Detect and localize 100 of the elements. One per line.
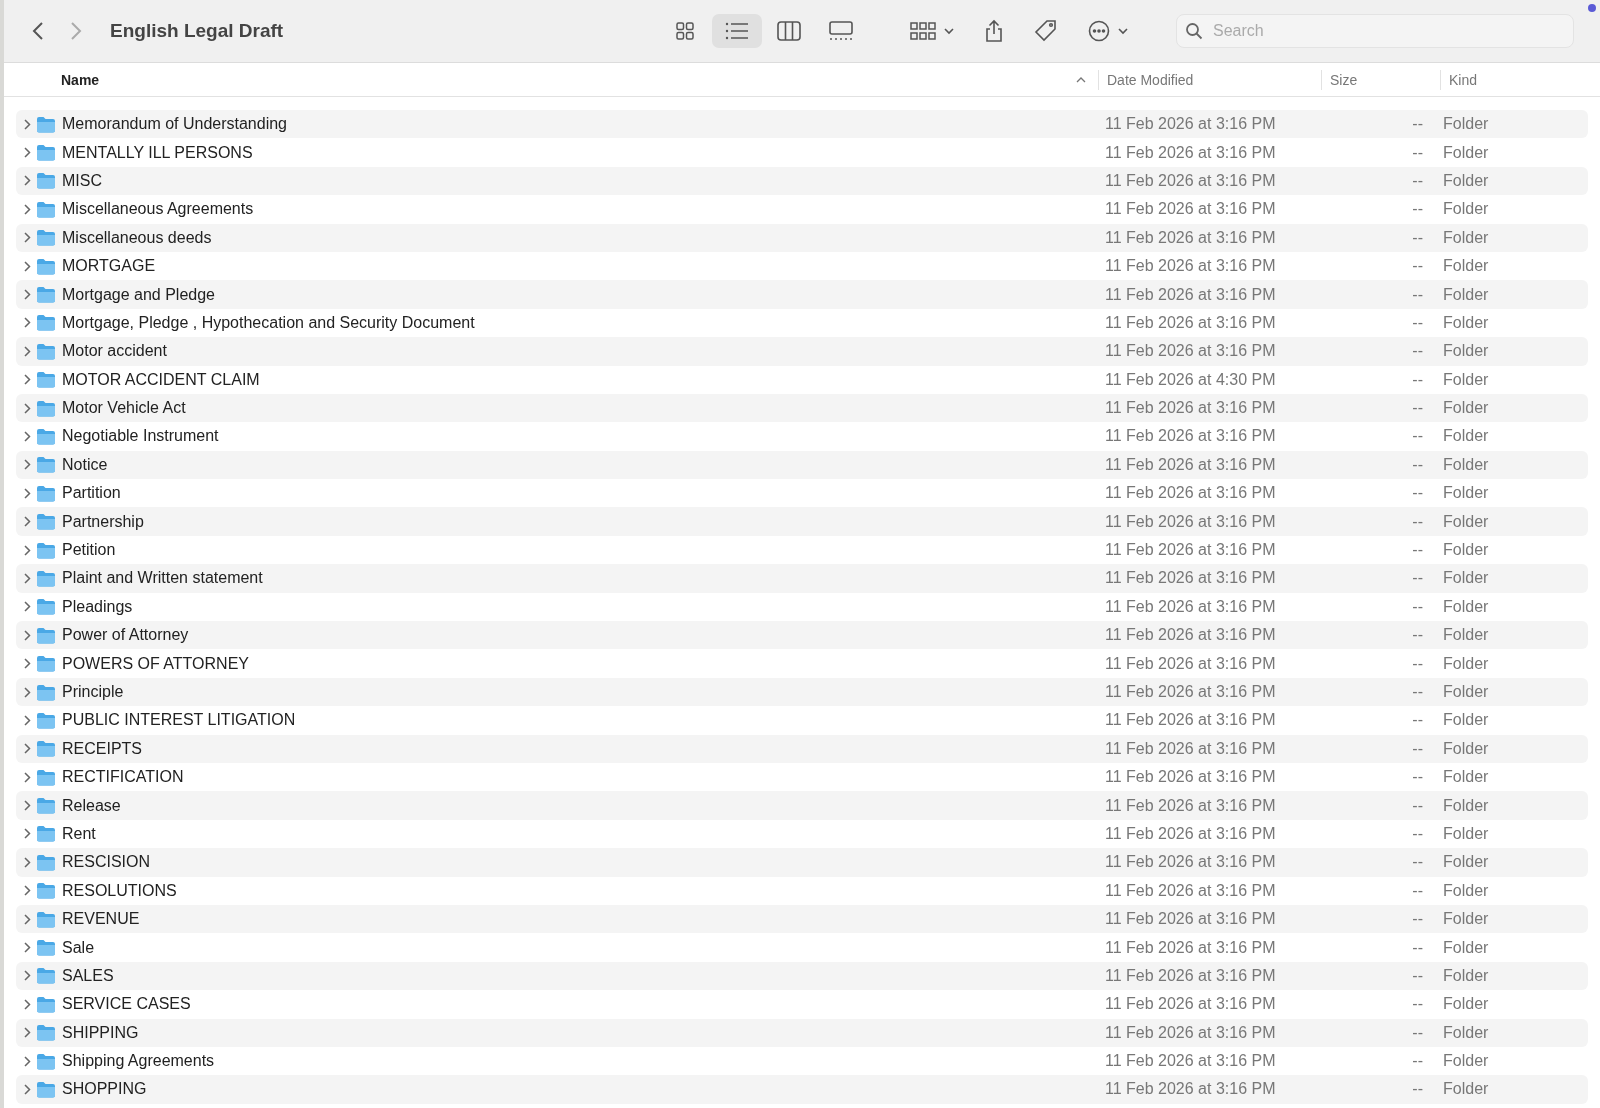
column-header[interactable]: Date Modified — [1107, 71, 1194, 88]
disclosure-button[interactable] — [22, 430, 32, 443]
file-name[interactable]: Release — [62, 796, 121, 815]
view-button[interactable] — [712, 14, 762, 48]
file-name[interactable]: Sale — [62, 938, 95, 957]
disclosure-button[interactable] — [22, 118, 32, 131]
disclosure-button[interactable] — [22, 174, 32, 187]
column-header[interactable]: Kind — [1449, 71, 1478, 88]
file-kind: Folder — [1442, 768, 1489, 787]
file-name[interactable]: MORTGAGE — [62, 257, 156, 276]
file-size: -- — [1411, 257, 1423, 276]
disclosure-button[interactable] — [22, 771, 32, 784]
date-modified: 11 Feb 2026 at 3:16 PM — [1104, 399, 1277, 418]
file-name[interactable]: Memorandum of Understanding — [62, 115, 287, 134]
disclosure-button[interactable] — [22, 1083, 32, 1096]
disclosure-button[interactable] — [22, 260, 32, 273]
back-button[interactable] — [32, 21, 44, 41]
disclosure-button[interactable] — [22, 657, 32, 670]
file-name[interactable]: MENTALLY ILL PERSONS — [62, 143, 253, 162]
file-name[interactable]: REVENUE — [62, 910, 140, 929]
disclosure-button[interactable] — [22, 316, 32, 329]
tag-button[interactable] — [1034, 19, 1058, 43]
disclosure-button[interactable] — [22, 515, 32, 528]
file-name[interactable]: Motor Vehicle Act — [62, 399, 186, 418]
file-name[interactable]: Notice — [62, 455, 108, 474]
file-name[interactable]: Partition — [62, 484, 121, 503]
date-modified: 11 Feb 2026 at 3:16 PM — [1104, 257, 1277, 276]
file-name[interactable]: Rent — [62, 824, 96, 843]
disclosure-button[interactable] — [22, 345, 32, 358]
disclosure-button[interactable] — [22, 600, 32, 613]
disclosure-button[interactable] — [22, 629, 32, 642]
disclosure-button[interactable] — [22, 856, 32, 869]
date-modified: 11 Feb 2026 at 3:16 PM — [1104, 966, 1277, 985]
file-name[interactable]: SHOPPING — [62, 1080, 147, 1099]
group-button[interactable] — [910, 22, 954, 40]
folder-icon — [36, 229, 56, 247]
disclosure-button[interactable] — [22, 1055, 32, 1068]
file-size: -- — [1411, 966, 1423, 985]
file-size: -- — [1411, 683, 1423, 701]
file-name[interactable]: Miscellaneous Agreements — [62, 200, 254, 219]
folder-icon — [36, 172, 56, 190]
share-button[interactable] — [984, 19, 1004, 43]
date-modified: 11 Feb 2026 at 3:16 PM — [1104, 768, 1277, 787]
column-header[interactable]: Size — [1330, 71, 1358, 88]
disclosure-button[interactable] — [22, 572, 32, 585]
file-name[interactable]: Mortgage, Pledge , Hypothecation and Security Document — [62, 313, 475, 332]
disclosure-button[interactable] — [22, 458, 32, 471]
disclosure-button[interactable] — [22, 402, 32, 415]
file-name[interactable]: RESCISION — [62, 853, 150, 872]
disclosure-button[interactable] — [22, 231, 32, 244]
file-name[interactable]: MOTOR ACCIDENT CLAIM — [62, 370, 260, 389]
file-name[interactable]: Petition — [62, 541, 116, 560]
file-name[interactable]: Pleadings — [62, 597, 133, 616]
folder-icon — [36, 569, 56, 587]
file-name[interactable]: Miscellaneous deeds — [62, 228, 212, 247]
file-name[interactable]: Partnership — [62, 512, 144, 531]
disclosure-button[interactable] — [22, 686, 32, 698]
file-size: -- — [1411, 285, 1423, 304]
file-name[interactable]: RESOLUTIONS — [62, 881, 177, 900]
disclosure-button[interactable] — [22, 146, 32, 159]
file-size: -- — [1411, 541, 1423, 560]
disclosure-button[interactable] — [22, 913, 32, 926]
disclosure-button[interactable] — [22, 373, 32, 386]
folder-icon — [36, 683, 56, 701]
column-header[interactable]: Name — [61, 71, 100, 88]
folder-icon — [36, 144, 56, 162]
file-name[interactable]: RECEIPTS — [62, 739, 142, 758]
file-kind: Folder — [1442, 228, 1489, 247]
file-name[interactable]: Shipping Agreements — [62, 1052, 215, 1071]
file-name[interactable]: Principle — [62, 683, 124, 701]
file-name[interactable]: POWERS OF ATTORNEY — [62, 654, 249, 673]
file-name[interactable]: Plaint and Written statement — [62, 569, 263, 588]
disclosure-button[interactable] — [22, 544, 32, 557]
file-name[interactable]: SHIPPING — [62, 1023, 139, 1042]
file-name[interactable]: MISC — [62, 171, 102, 190]
file-name[interactable]: Negotiable Instrument — [62, 427, 219, 446]
file-name[interactable]: Motor accident — [62, 342, 167, 361]
file-name[interactable]: PUBLIC INTEREST LITIGATION — [62, 711, 296, 730]
chevron-down-icon — [944, 27, 954, 35]
file-name[interactable]: SALES — [62, 966, 114, 985]
disclosure-button[interactable] — [22, 714, 32, 727]
search-input[interactable]: Search — [1211, 21, 1555, 41]
disclosure-button[interactable] — [22, 288, 32, 301]
disclosure-button[interactable] — [22, 969, 32, 982]
disclosure-button[interactable] — [22, 203, 32, 216]
date-modified: 11 Feb 2026 at 3:16 PM — [1104, 597, 1277, 616]
disclosure-button[interactable] — [22, 742, 32, 755]
file-name[interactable]: SERVICE CASES — [62, 995, 191, 1014]
disclosure-button[interactable] — [22, 799, 32, 812]
more-button[interactable] — [1088, 20, 1128, 42]
disclosure-button[interactable] — [22, 487, 32, 500]
file-name[interactable]: Mortgage and Pledge — [62, 285, 215, 304]
disclosure-button[interactable] — [22, 1026, 32, 1039]
disclosure-button[interactable] — [22, 998, 32, 1011]
disclosure-button[interactable] — [22, 941, 32, 954]
file-name[interactable]: RECTIFICATION — [62, 768, 184, 787]
search-bar[interactable]: Search — [1176, 14, 1574, 48]
file-name[interactable]: Power of Attorney — [62, 626, 189, 645]
disclosure-button[interactable] — [22, 884, 32, 897]
disclosure-button[interactable] — [22, 827, 32, 840]
